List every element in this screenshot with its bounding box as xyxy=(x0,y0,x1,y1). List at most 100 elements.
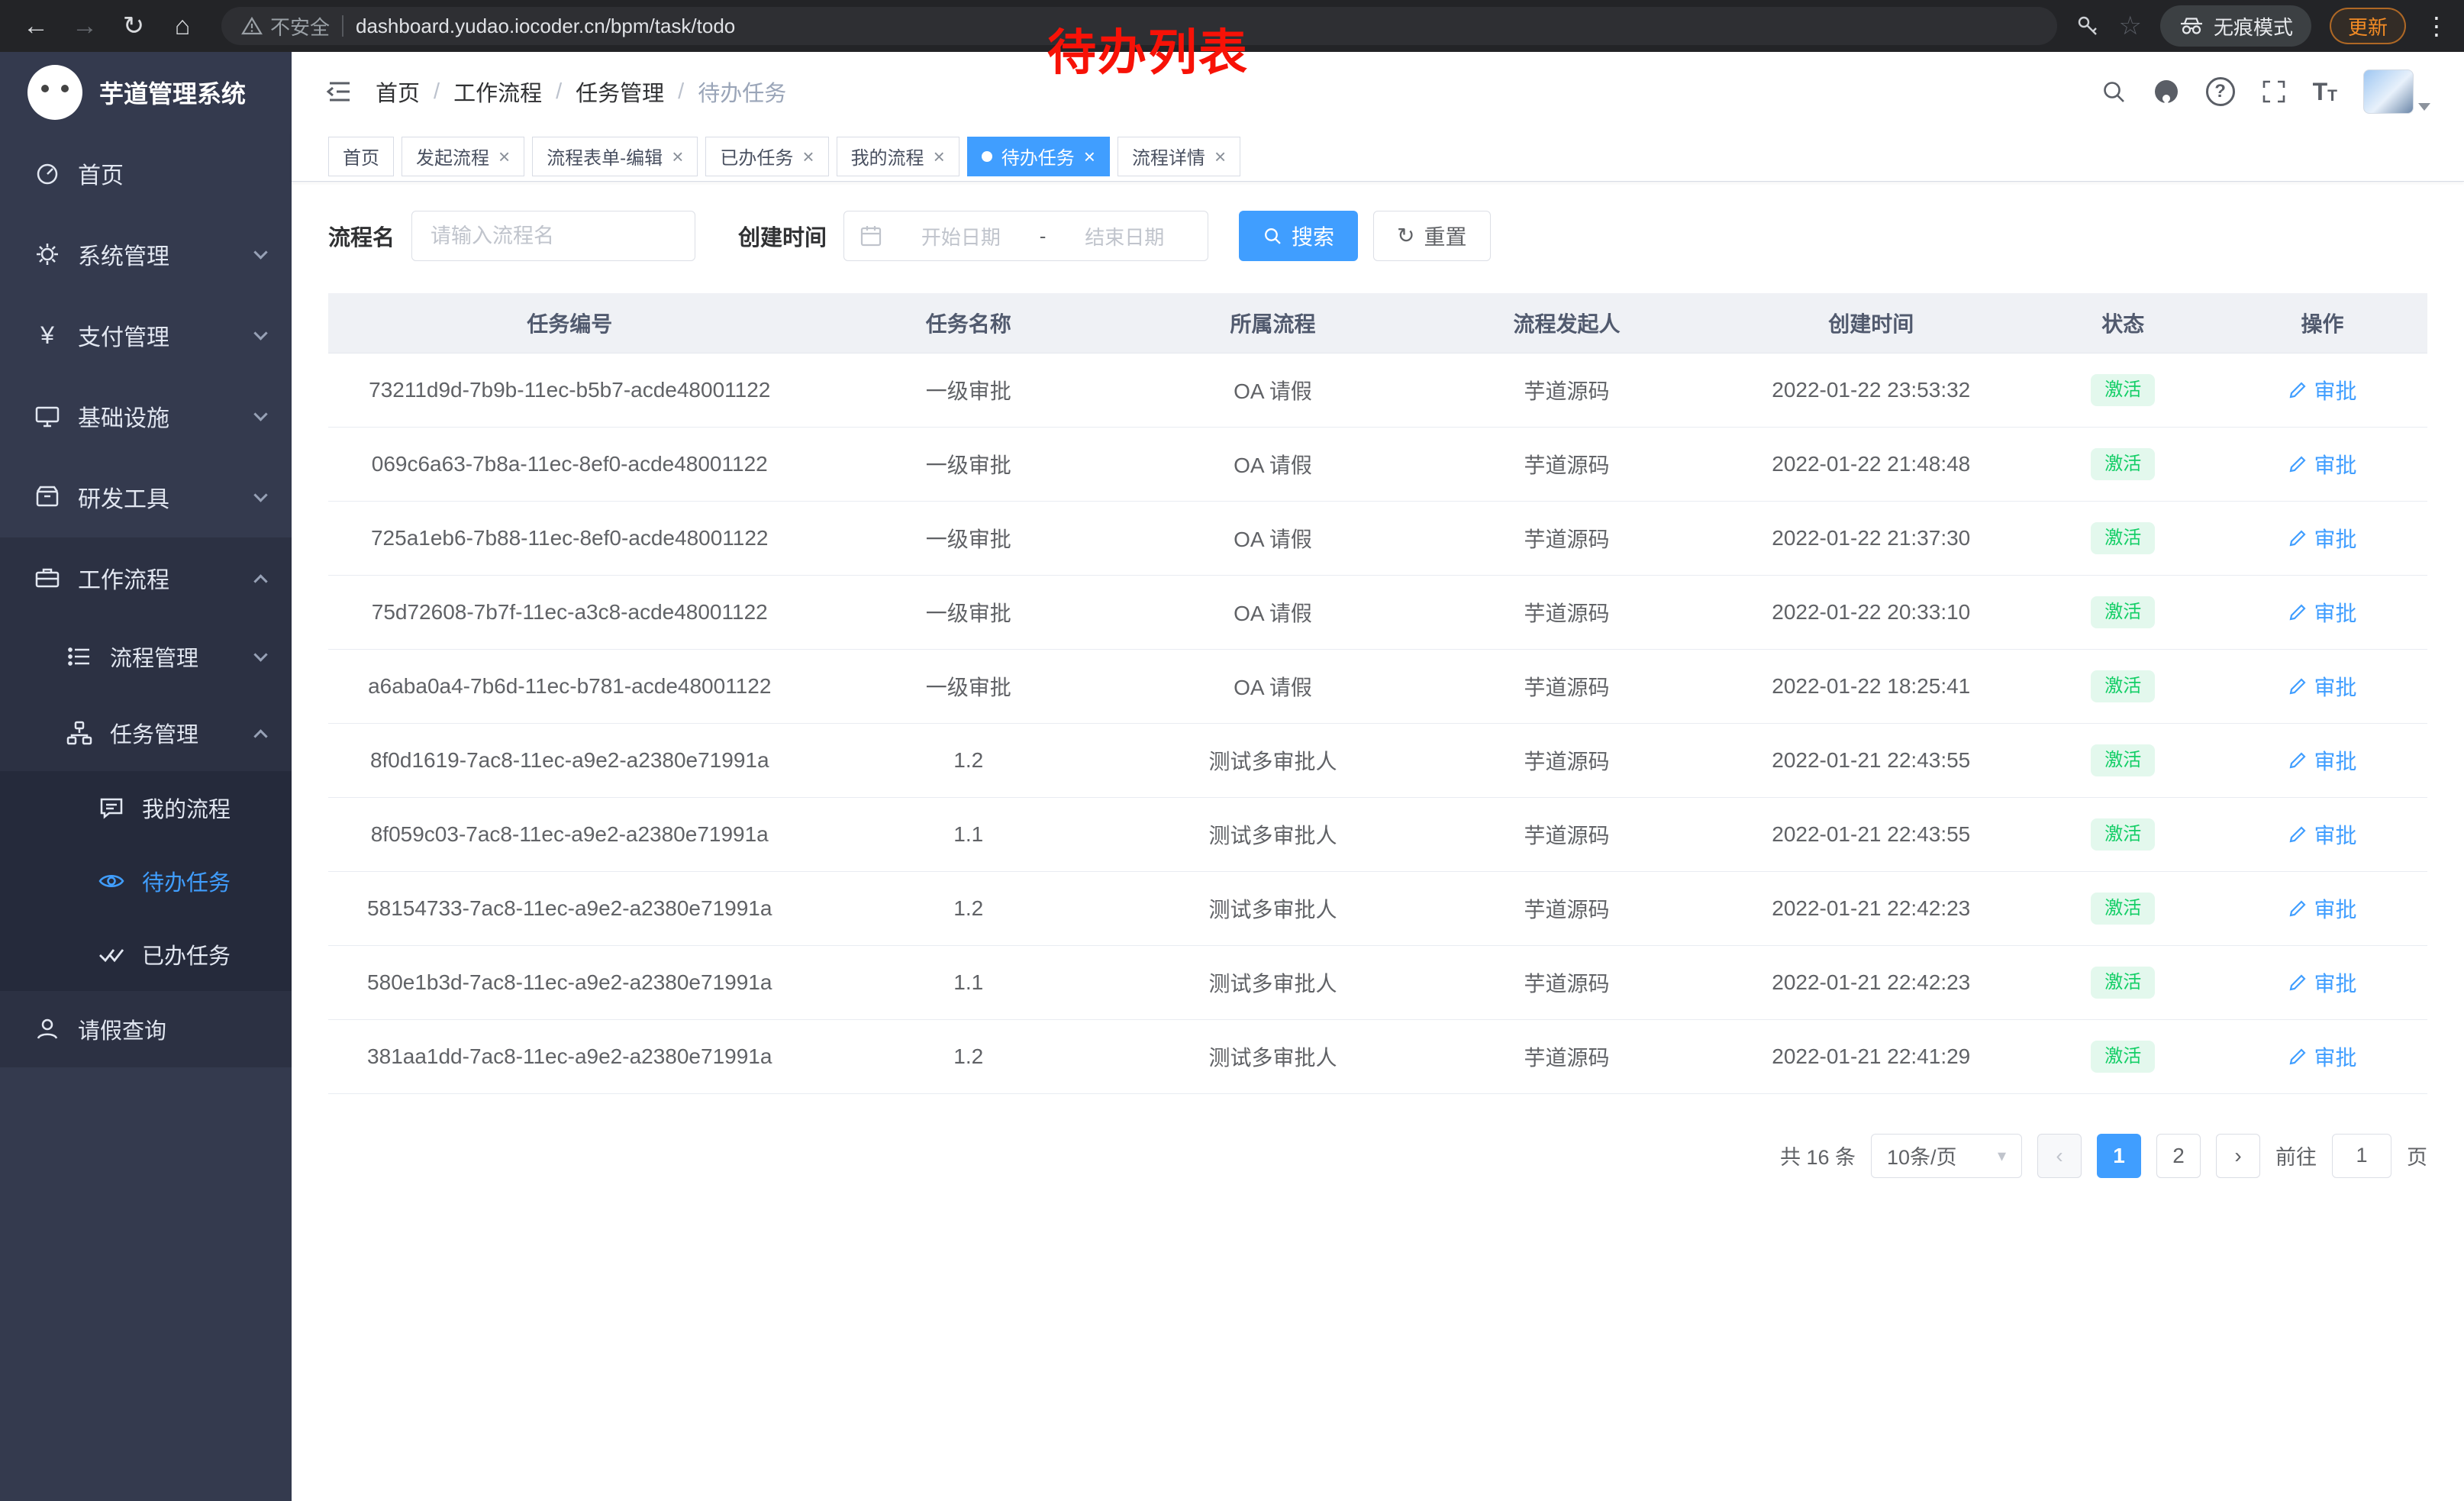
approve-link[interactable]: 审批 xyxy=(2288,1041,2356,1072)
tab-close-icon[interactable]: × xyxy=(1084,147,1095,166)
cell-status: 激活 xyxy=(2029,649,2218,723)
avatar-caret-icon[interactable] xyxy=(2418,103,2430,111)
reset-button[interactable]: ↻ 重置 xyxy=(1373,211,1490,261)
tab-label: 待办任务 xyxy=(1001,143,1075,169)
create-time-label: 创建时间 xyxy=(738,220,827,252)
tab-close-icon[interactable]: × xyxy=(934,147,945,166)
cell-task-name: 一级审批 xyxy=(811,427,1127,501)
browser-refresh-button[interactable]: ↻ xyxy=(113,5,154,47)
breadcrumb-home[interactable]: 首页 xyxy=(376,76,420,108)
sidebar-item-leave-query[interactable]: 请假查询 xyxy=(0,991,292,1067)
approve-link[interactable]: 审批 xyxy=(2288,893,2356,924)
table-column-header: 操作 xyxy=(2217,293,2427,353)
approve-link[interactable]: 审批 xyxy=(2288,449,2356,479)
dashboard-icon xyxy=(34,160,61,187)
password-key-icon[interactable] xyxy=(2075,14,2100,38)
sidebar-item-infrastructure[interactable]: 基础设施 xyxy=(0,376,292,457)
range-separator: - xyxy=(1040,224,1047,248)
incognito-badge: 无痕模式 xyxy=(2160,5,2311,47)
table-row: 8f059c03-7ac8-11ec-a9e2-a2380e71991a 1.1… xyxy=(328,797,2427,871)
tab-close-icon[interactable]: × xyxy=(672,147,683,166)
approve-link[interactable]: 审批 xyxy=(2288,819,2356,850)
sidebar-item-process-management[interactable]: 流程管理 xyxy=(0,618,292,695)
cell-task-name: 1.2 xyxy=(811,871,1127,945)
tab-label: 流程表单-编辑 xyxy=(547,143,663,169)
search-icon[interactable] xyxy=(2101,79,2127,105)
sidebar-item-my-process[interactable]: 我的流程 xyxy=(0,771,292,844)
browser-home-button[interactable]: ⌂ xyxy=(162,5,203,47)
sidebar-item-label: 请假查询 xyxy=(78,1013,166,1045)
search-button[interactable]: 搜索 xyxy=(1239,211,1358,261)
help-icon[interactable]: ? xyxy=(2206,77,2235,106)
security-warning[interactable]: 不安全 xyxy=(241,12,330,40)
next-page-button[interactable]: › xyxy=(2216,1134,2260,1178)
tab-close-icon[interactable]: × xyxy=(498,147,510,166)
topbar-actions: ? TT xyxy=(2101,69,2430,114)
user-avatar[interactable] xyxy=(2363,69,2414,114)
cell-process: OA 请假 xyxy=(1126,427,1420,501)
sidebar-item-todo-tasks[interactable]: 待办任务 xyxy=(0,844,292,918)
cell-initiator: 芋道源码 xyxy=(1420,945,1714,1019)
reset-refresh-icon: ↻ xyxy=(1397,225,1414,247)
gear-icon xyxy=(34,240,61,268)
cell-task-id: 8f0d1619-7ac8-11ec-a9e2-a2380e71991a xyxy=(328,723,811,797)
view-tab[interactable]: 首页 × xyxy=(328,137,394,176)
cell-task-id: 73211d9d-7b9b-11ec-b5b7-acde48001122 xyxy=(328,353,811,427)
pagination-total: 共 16 条 xyxy=(1780,1141,1856,1170)
browser-forward-button[interactable]: → xyxy=(64,5,105,47)
fullscreen-icon[interactable] xyxy=(2261,79,2287,105)
view-tab[interactable]: 我的流程 × xyxy=(837,137,959,176)
page-number-button[interactable]: 1 xyxy=(2097,1134,2141,1178)
approve-link[interactable]: 审批 xyxy=(2288,523,2356,554)
approve-link[interactable]: 审批 xyxy=(2288,671,2356,702)
prev-page-button[interactable]: ‹ xyxy=(2037,1134,2082,1178)
tab-close-icon[interactable]: × xyxy=(802,147,814,166)
breadcrumb-task-management[interactable]: 任务管理 xyxy=(576,76,664,108)
cell-task-id: a6aba0a4-7b6d-11ec-b781-acde48001122 xyxy=(328,649,811,723)
view-tab[interactable]: 已办任务 × xyxy=(705,137,828,176)
sidebar-item-workflow[interactable]: 工作流程 xyxy=(0,537,292,618)
view-tab[interactable]: 发起流程 × xyxy=(402,137,524,176)
view-tab[interactable]: 待办任务 × xyxy=(967,137,1110,176)
approve-link[interactable]: 审批 xyxy=(2288,375,2356,405)
browser-update-button[interactable]: 更新 xyxy=(2330,8,2406,44)
pencil-icon xyxy=(2288,899,2308,918)
cell-task-id: 580e1b3d-7ac8-11ec-a9e2-a2380e71991a xyxy=(328,945,811,1019)
github-icon[interactable] xyxy=(2153,78,2180,105)
browser-menu-icon[interactable]: ⋮ xyxy=(2424,11,2449,40)
page-size-select[interactable]: 10条/页 ▾ xyxy=(1871,1134,2022,1178)
browser-back-button[interactable]: ← xyxy=(15,5,56,47)
approve-link[interactable]: 审批 xyxy=(2288,745,2356,776)
sidebar-item-system-management[interactable]: 系统管理 xyxy=(0,214,292,295)
app-logo[interactable]: 芋道管理系统 xyxy=(0,52,292,133)
cell-task-id: 58154733-7ac8-11ec-a9e2-a2380e71991a xyxy=(328,871,811,945)
calendar-icon xyxy=(859,224,882,247)
goto-page-input[interactable] xyxy=(2332,1134,2391,1178)
status-badge: 激活 xyxy=(2091,670,2155,702)
sidebar-item-home[interactable]: 首页 xyxy=(0,133,292,214)
sidebar-item-task-management[interactable]: 任务管理 xyxy=(0,695,292,771)
tab-close-icon[interactable]: × xyxy=(1214,147,1226,166)
view-tab[interactable]: 流程表单-编辑 × xyxy=(532,137,698,176)
cell-task-name: 一级审批 xyxy=(811,501,1127,575)
process-name-input[interactable] xyxy=(411,211,695,261)
status-badge: 激活 xyxy=(2091,967,2155,999)
filter-bar: 流程名 创建时间 开始日期 - 结束日期 搜索 ↻ 重置 xyxy=(328,211,2427,261)
monitor-icon xyxy=(34,402,61,430)
approve-link[interactable]: 审批 xyxy=(2288,967,2356,998)
date-range-picker[interactable]: 开始日期 - 结束日期 xyxy=(843,211,1208,261)
goto-suffix: 页 xyxy=(2407,1141,2427,1170)
page-number-button[interactable]: 2 xyxy=(2156,1134,2201,1178)
font-size-icon[interactable]: TT xyxy=(2313,79,2337,104)
sidebar-fold-icon[interactable] xyxy=(325,77,354,106)
sidebar-item-dev-tools[interactable]: 研发工具 xyxy=(0,457,292,537)
cell-created-time: 2022-01-21 22:41:29 xyxy=(1714,1019,2029,1093)
sidebar-item-payment-management[interactable]: ¥ 支付管理 xyxy=(0,295,292,376)
view-tab[interactable]: 流程详情 × xyxy=(1118,137,1240,176)
cell-initiator: 芋道源码 xyxy=(1420,1019,1714,1093)
sidebar-item-done-tasks[interactable]: 已办任务 xyxy=(0,918,292,991)
bookmark-star-icon[interactable]: ☆ xyxy=(2118,11,2141,41)
breadcrumb-workflow[interactable]: 工作流程 xyxy=(453,76,542,108)
approve-link[interactable]: 审批 xyxy=(2288,597,2356,628)
table-row: 725a1eb6-7b88-11ec-8ef0-acde48001122 一级审… xyxy=(328,501,2427,575)
